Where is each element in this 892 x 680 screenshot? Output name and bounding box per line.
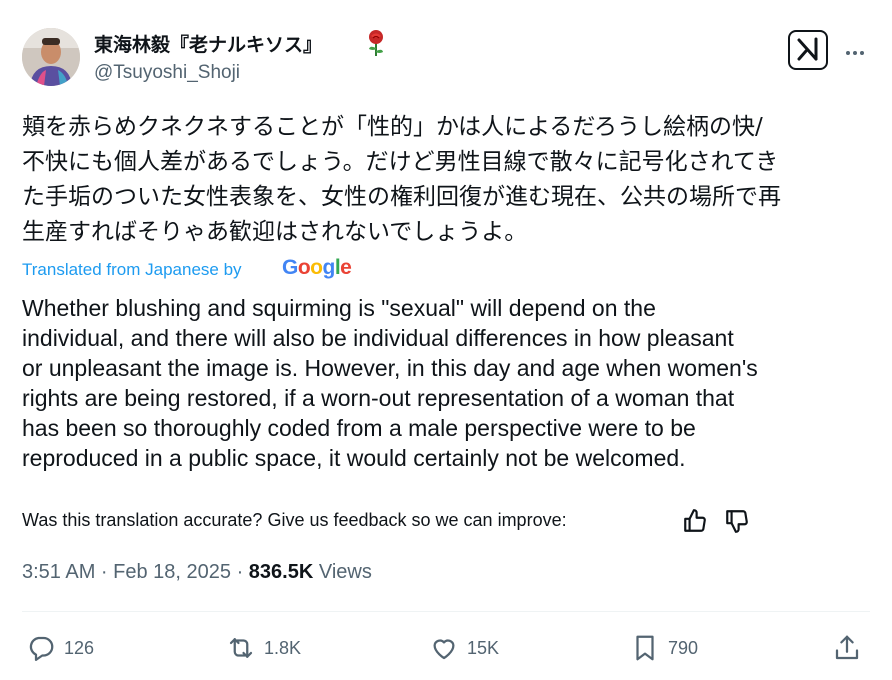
translation-line: rights are being restored, if a worn-out… (22, 385, 735, 411)
thumbs-down-icon[interactable] (724, 508, 750, 534)
bookmark-icon (636, 635, 654, 661)
reply-icon (29, 636, 54, 661)
avatar[interactable] (22, 28, 80, 86)
rose-icon (366, 29, 386, 57)
timestamp[interactable]: 3:51 AM · Feb 18, 2025 · (22, 561, 249, 583)
repost-icon (229, 638, 253, 658)
author-display-name[interactable]: 東海林毅『老ナルキソス』 (94, 30, 322, 57)
reply-button[interactable]: 126 (26, 632, 94, 664)
translation-line: or unpleasant the image is. However, in … (22, 355, 758, 381)
reply-count: 126 (64, 637, 95, 658)
translation-line: reproduced in a public space, it would c… (22, 445, 686, 471)
translation-line: has been so thoroughly coded from a male… (22, 415, 696, 441)
translation-line: individual, and there will also be indiv… (22, 325, 734, 351)
share-icon (835, 635, 859, 660)
heart-icon (433, 639, 455, 660)
share-button[interactable] (832, 632, 862, 664)
original-line: た手垢のついた女性表象を、女性の権利回復が進む現在、公共の場所で再 (22, 184, 781, 210)
divider (22, 611, 870, 612)
repost-button[interactable]: 1.8K (226, 632, 301, 664)
tweet-original-text: 頬を赤らめクネクネすることが「性的」かは人によるだろうし絵柄の快/ 不快にも個人… (22, 110, 872, 250)
translated-from-label[interactable]: Translated from Japanese by (22, 260, 242, 280)
author-handle[interactable]: @Tsuyoshi_Shoji (94, 62, 240, 84)
views-count: 836.5K (248, 561, 314, 583)
google-logo: Google (282, 256, 352, 279)
repost-count: 1.8K (264, 637, 302, 658)
original-line: 生産すればそりゃあ歓迎はされないでしょうよ。 (22, 219, 528, 245)
tweet-meta: 3:51 AM · Feb 18, 2025 · 836.5K Views (22, 561, 372, 584)
views-label: Views (313, 561, 372, 583)
avatar-image (22, 28, 80, 86)
like-count: 15K (467, 637, 500, 658)
original-line: 不快にも個人差があるでしょう。だけど男性目線で散々に記号化されてき (22, 149, 779, 175)
more-options-icon[interactable] (846, 42, 867, 60)
translation-feedback-prompt: Was this translation accurate? Give us f… (22, 510, 567, 530)
bookmark-button[interactable]: 790 (630, 632, 698, 664)
grok-icon[interactable] (788, 30, 828, 70)
like-button[interactable]: 15K (429, 632, 499, 664)
tweet-translation-text: Whether blushing and squirming is "sexua… (22, 293, 882, 473)
translation-line: Whether blushing and squirming is "sexua… (22, 295, 656, 321)
thumbs-up-icon[interactable] (682, 508, 708, 534)
bookmark-count: 790 (668, 637, 699, 658)
original-line: 頬を赤らめクネクネすることが「性的」かは人によるだろうし絵柄の快/ (22, 114, 763, 140)
